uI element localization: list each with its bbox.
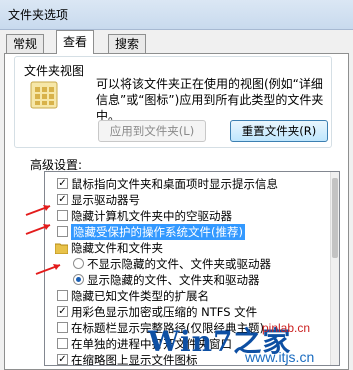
apply-to-folders-button[interactable]: 应用到文件夹(L) (98, 120, 206, 142)
tab-search[interactable]: 搜索 (108, 34, 147, 53)
folder-view-icon (30, 81, 58, 109)
list-item: 隐藏文件和文件夹 (45, 240, 333, 256)
list-item[interactable]: 隐藏已知文件类型的扩展名 (45, 288, 333, 304)
list-item[interactable]: ✓ 显示驱动器号 (45, 192, 333, 208)
checkbox[interactable]: ✓ (57, 178, 68, 189)
reset-folders-button[interactable]: 重置文件夹(R) (230, 120, 328, 142)
red-arrow-icon (25, 205, 51, 216)
folder-view-group-title: 文件夹视图 (22, 62, 87, 79)
list-item[interactable]: ✓ 用彩色显示加密或压缩的 NTFS 文件 (45, 304, 333, 320)
tab-strip: 常规 查看 搜索 (0, 30, 353, 54)
checkbox[interactable]: ✓ (57, 194, 68, 205)
list-item[interactable]: ✓ 鼠标指向文件夹和桌面项时显示提示信息 (45, 176, 333, 192)
folder-icon (55, 243, 68, 254)
window-title: 文件夹选项 (8, 8, 69, 22)
checkbox[interactable] (57, 290, 68, 301)
tab-general[interactable]: 常规 (6, 34, 45, 53)
scrollbar-thumb[interactable] (332, 178, 338, 258)
red-arrow-icon (35, 264, 61, 275)
radio-button[interactable] (73, 274, 84, 285)
radio-button[interactable] (73, 258, 84, 269)
red-arrow-icon (25, 224, 51, 235)
checkbox[interactable]: ✓ (57, 306, 68, 317)
checkbox[interactable] (57, 338, 68, 349)
list-item[interactable]: 不显示隐藏的文件、文件夹或驱动器 (45, 256, 333, 272)
checkbox[interactable] (57, 322, 68, 333)
folder-view-description: 可以将该文件夹正在使用的视图(例如“详细信息”或“图标”)应用到所有此类型的文件… (96, 77, 324, 123)
checkbox[interactable] (57, 210, 68, 221)
list-item[interactable]: 显示隐藏的文件、文件夹和驱动器 (45, 272, 333, 288)
title-bar: 文件夹选项 (0, 0, 353, 30)
watermark-site: www.itjs.cn (245, 349, 315, 365)
list-item-selected[interactable]: 隐藏受保护的操作系统文件(推荐) (45, 224, 333, 240)
tab-view[interactable]: 查看 (56, 30, 95, 54)
checkbox[interactable]: ✓ (57, 354, 68, 365)
checkbox[interactable] (57, 226, 68, 237)
list-scrollbar[interactable] (330, 172, 339, 365)
watermark-red-text: pinlab.cn (262, 321, 311, 335)
list-item[interactable]: 隐藏计算机文件夹中的空驱动器 (45, 208, 333, 224)
